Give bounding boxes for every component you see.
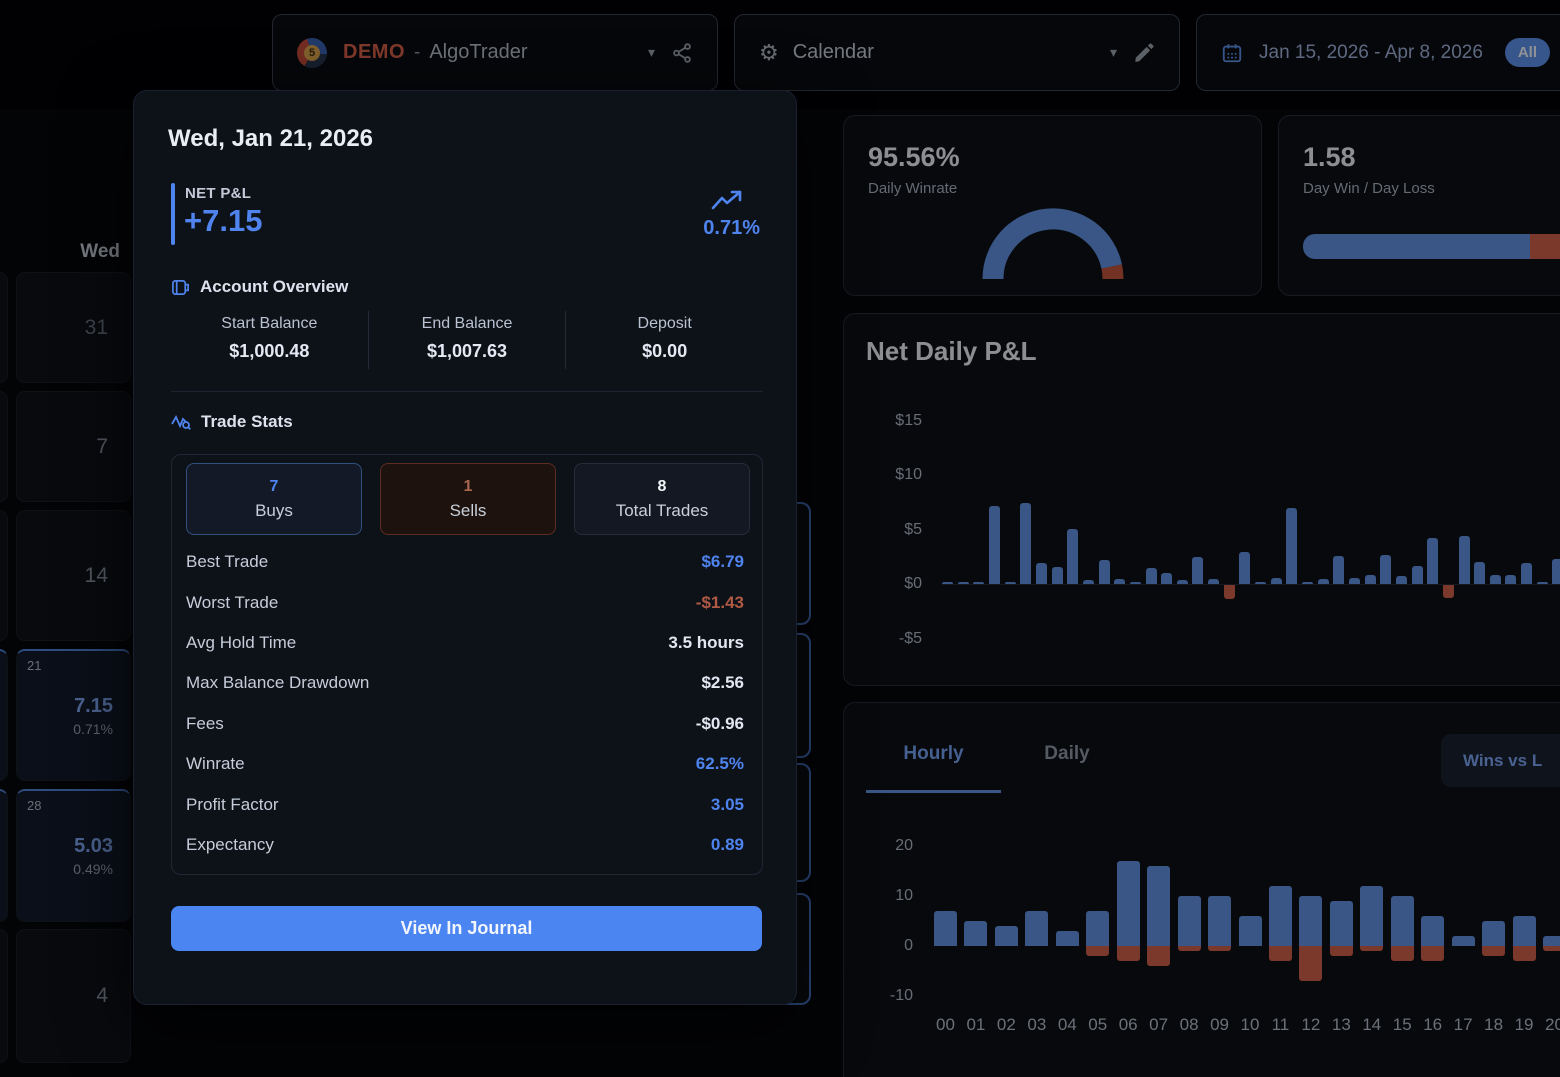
stat-label: Expectancy: [186, 835, 274, 855]
stat-row: Profit Factor 3.05: [172, 784, 762, 824]
net-pnl-label: NET P&L: [185, 185, 251, 202]
stat-value: $2.56: [701, 673, 744, 693]
view-in-journal-button[interactable]: View In Journal: [171, 906, 762, 951]
stat-value: 0.89: [711, 835, 744, 855]
wallet-icon: [171, 278, 190, 297]
pnl-accent-bar: [171, 183, 175, 245]
trend-up-icon: [711, 189, 743, 218]
trade-counter-sells[interactable]: 1 Sells: [380, 463, 556, 535]
trade-counters: 7 Buys1 Sells8 Total Trades: [186, 463, 750, 535]
stat-label: Fees: [186, 714, 224, 734]
counter-label: Buys: [255, 501, 293, 521]
counter-label: Total Trades: [616, 501, 709, 521]
stat-value: -$1.43: [696, 593, 744, 613]
stat-row: Worst Trade -$1.43: [172, 582, 762, 622]
balance-label: Deposit: [566, 315, 763, 333]
account-overview-title: Account Overview: [200, 277, 348, 297]
stat-label: Best Trade: [186, 552, 268, 572]
stat-value: $6.79: [701, 552, 744, 572]
stat-row: Avg Hold Time 3.5 hours: [172, 623, 762, 663]
account-overview-header: Account Overview: [171, 277, 348, 297]
counter-value: 7: [270, 478, 279, 496]
balance-value: $1,000.48: [171, 341, 368, 362]
activity-icon: [171, 413, 191, 432]
stat-value: 3.05: [711, 795, 744, 815]
stat-row: Best Trade $6.79: [172, 542, 762, 582]
balance-item: Deposit $0.00: [565, 311, 763, 369]
stat-label: Profit Factor: [186, 795, 279, 815]
trade-counter-buys[interactable]: 7 Buys: [186, 463, 362, 535]
stat-row: Winrate 62.5%: [172, 744, 762, 784]
trade-stats-title: Trade Stats: [201, 412, 293, 432]
trade-stats-header: Trade Stats: [171, 412, 293, 432]
divider: [171, 391, 763, 392]
counter-value: 8: [658, 478, 667, 496]
balance-value: $1,007.63: [369, 341, 566, 362]
balance-label: End Balance: [369, 315, 566, 333]
stat-label: Worst Trade: [186, 593, 278, 613]
stat-value: 3.5 hours: [668, 633, 744, 653]
stat-label: Winrate: [186, 754, 245, 774]
trade-stats-box: 7 Buys1 Sells8 Total Trades Best Trade $…: [171, 454, 763, 875]
stat-label: Max Balance Drawdown: [186, 673, 369, 693]
stat-row: Expectancy 0.89: [172, 825, 762, 865]
balance-item: End Balance $1,007.63: [368, 311, 566, 369]
balance-row: Start Balance $1,000.48End Balance $1,00…: [171, 311, 763, 369]
trade-counter-total-trades[interactable]: 8 Total Trades: [574, 463, 750, 535]
stat-value: -$0.96: [696, 714, 744, 734]
stat-row: Max Balance Drawdown $2.56: [172, 663, 762, 703]
counter-value: 1: [464, 478, 473, 496]
balance-label: Start Balance: [171, 315, 368, 333]
net-pnl-percent: 0.71%: [703, 217, 760, 240]
stat-label: Avg Hold Time: [186, 633, 296, 653]
stat-value: 62.5%: [696, 754, 744, 774]
popover-date-title: Wed, Jan 21, 2026: [168, 125, 373, 153]
counter-label: Sells: [450, 501, 487, 521]
balance-item: Start Balance $1,000.48: [171, 311, 368, 369]
trade-stat-rows: Best Trade $6.79Worst Trade -$1.43Avg Ho…: [172, 542, 762, 865]
stat-row: Fees -$0.96: [172, 704, 762, 744]
trading-dashboard: 5 DEMO - AlgoTrader ▾ ⚙ Calendar ▾: [0, 0, 1560, 1077]
net-pnl-value: +7.15: [184, 203, 262, 239]
day-detail-popover: Wed, Jan 21, 2026 NET P&L +7.15 0.71% Ac…: [133, 90, 797, 1005]
balance-value: $0.00: [566, 341, 763, 362]
